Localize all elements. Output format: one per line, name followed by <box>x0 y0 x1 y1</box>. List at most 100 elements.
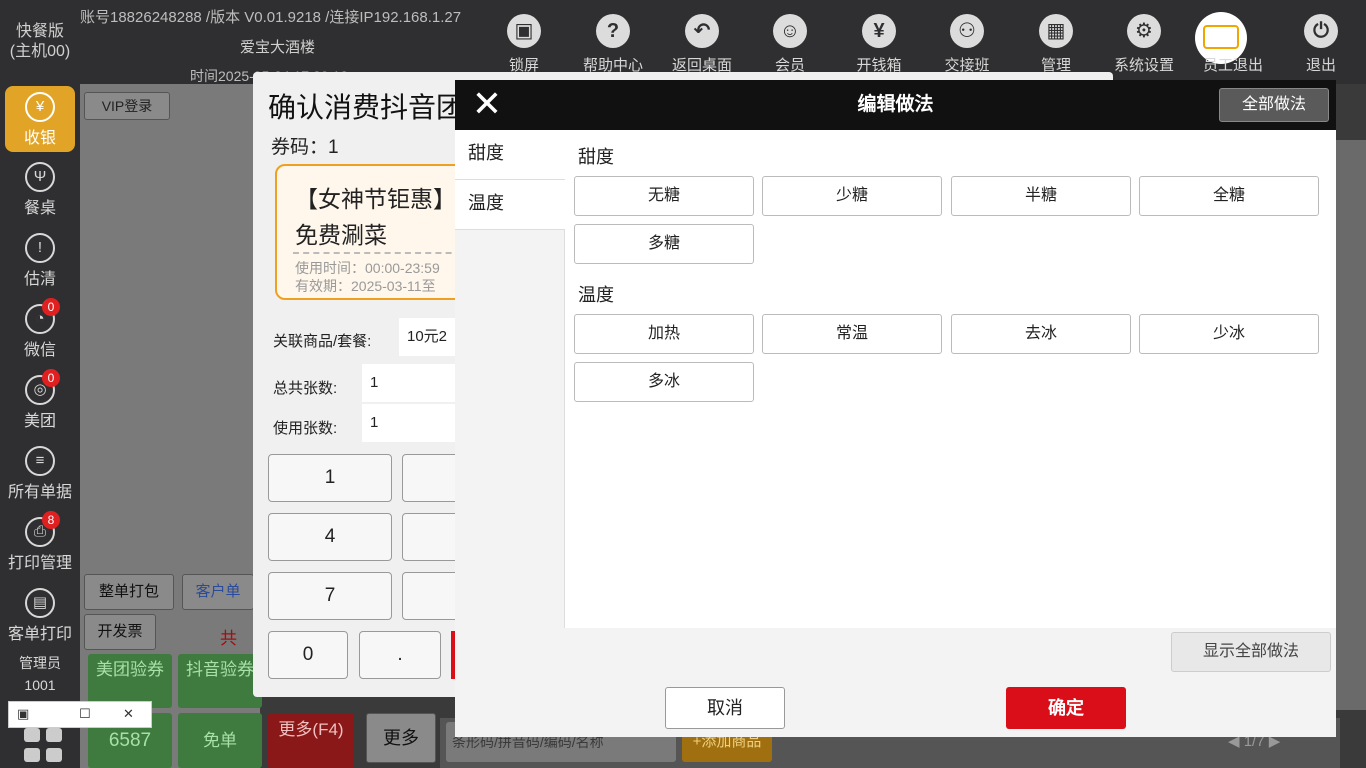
sidebar-item-label: 所有单据 <box>7 484 72 501</box>
sidebar-item-print-manage[interactable]: ⎙ 打印管理 8 <box>0 511 80 577</box>
settings-label: 系统设置 <box>1113 57 1174 74</box>
cancel-button[interactable]: 取消 <box>665 687 785 729</box>
cashbox-icon: ¥ <box>862 14 896 48</box>
sidebar-item-cashier[interactable]: ¥ 收银 <box>5 86 75 152</box>
sidebar-item-label: 打印管理 <box>7 555 72 572</box>
more-button[interactable]: 更多 <box>366 713 436 763</box>
sidebar-item-receipt-print[interactable]: ▤ 客单打印 <box>0 582 80 648</box>
maximize-icon[interactable]: ☐ <box>79 706 91 722</box>
dining-icon: Ψ <box>25 162 55 192</box>
key-1[interactable]: 1 <box>268 454 392 502</box>
category-sweetness[interactable]: 甜度 <box>455 130 565 180</box>
staff-exit-button[interactable]: 员工退出 <box>1188 14 1278 84</box>
modal-title: 编辑做法 <box>857 94 934 115</box>
brand-line-2: (主机00) <box>9 43 71 60</box>
related-label: 关联商品/套餐: <box>273 333 372 350</box>
lock-icon: ▣ <box>507 14 541 48</box>
coupon-title: 【女神节钜惠】 <box>295 186 456 212</box>
option-more-ice[interactable]: 多冰 <box>574 362 754 402</box>
right-cards <box>1336 140 1366 710</box>
option-less-ice[interactable]: 少冰 <box>1139 314 1319 354</box>
sidebar-item-label: 收银 <box>23 130 56 147</box>
sidebar-item-label: 估清 <box>23 271 56 288</box>
sidebar-item-label: 美团 <box>23 413 56 430</box>
customer-order-button[interactable]: 客户单 <box>182 574 254 610</box>
free-order-button[interactable]: 免单 <box>178 713 262 768</box>
total-count-field[interactable]: 1 <box>362 364 462 402</box>
gear-icon: ⚙ <box>1127 14 1161 48</box>
option-heated[interactable]: 加热 <box>574 314 754 354</box>
sidebar-item-label: 微信 <box>23 342 56 359</box>
window-controls: ▣ ☐ ✕ <box>8 701 152 728</box>
wechat-badge: 0 <box>42 298 60 316</box>
help-icon: ? <box>596 14 630 48</box>
group-title-temperature: 温度 <box>578 285 614 305</box>
print-badge: 8 <box>42 511 60 529</box>
yen-icon: ¥ <box>25 92 55 122</box>
coupon-name: 免费涮菜 <box>295 222 387 248</box>
sidebar-item-soldout[interactable]: ! 估清 <box>0 227 80 293</box>
pack-all-button[interactable]: 整单打包 <box>84 574 174 610</box>
sidebar: ¥ 收银 Ψ 餐桌 ! 估清 ◔ 微信 0 ◎ 美团 0 ≡ 所有单据 ⎙ 打印管理 8 ▤ 客单打印… <box>0 84 80 768</box>
manage-icon: ▦ <box>1039 14 1073 48</box>
related-value[interactable]: 10元2 <box>399 318 459 356</box>
coupon-valid: 有效期：2025-03-11至 <box>295 278 436 294</box>
receipt-icon: ≡ <box>25 446 55 476</box>
key-4[interactable]: 4 <box>268 513 392 561</box>
sidebar-item-label: 客单打印 <box>7 626 72 643</box>
option-half-sugar[interactable]: 半糖 <box>951 176 1131 216</box>
total-prefix: 共 <box>220 629 237 648</box>
use-count-field[interactable]: 1 <box>362 404 462 442</box>
douyin-coupon-button[interactable]: 抖音验券 <box>178 654 262 708</box>
coupon-use-time: 使用时间：00:00-23:59 <box>295 260 440 276</box>
staff-exit-label: 员工退出 <box>1202 57 1263 74</box>
confirm-button[interactable]: 确定 <box>1006 687 1126 729</box>
coupon-code: 券码：1 <box>271 137 339 158</box>
category-temperature[interactable]: 温度 <box>455 180 565 230</box>
modal-header: 编辑做法 ✕ 全部做法 <box>455 80 1336 130</box>
category-list: 甜度 温度 <box>455 130 565 628</box>
total-count-label: 总共张数: <box>273 380 338 397</box>
sidebar-item-wechat[interactable]: ◔ 微信 0 <box>0 298 80 364</box>
close-window-icon[interactable]: ✕ <box>123 706 134 722</box>
all-methods-button[interactable]: 全部做法 <box>1219 88 1329 122</box>
invoice-button[interactable]: 开发票 <box>84 614 156 650</box>
key-dot[interactable]: . <box>359 631 441 679</box>
key-0[interactable]: 0 <box>268 631 348 679</box>
show-all-methods-button[interactable]: 显示全部做法 <box>1171 632 1331 672</box>
brand: 快餐版 (主机00) <box>0 0 80 84</box>
exit-label: 退出 <box>1305 57 1336 74</box>
option-less-sugar[interactable]: 少糖 <box>762 176 942 216</box>
brand-line-1: 快餐版 <box>15 23 64 40</box>
option-no-sugar[interactable]: 无糖 <box>574 176 754 216</box>
member-icon: ☺ <box>773 14 807 48</box>
close-icon[interactable]: ✕ <box>469 86 505 122</box>
exit-button[interactable]: ⏻ 退出 <box>1276 14 1366 84</box>
key-7[interactable]: 7 <box>268 572 392 620</box>
method-options: 甜度 无糖 少糖 半糖 全糖 多糖 温度 加热 常温 去冰 少冰 多冰 <box>565 130 1336 628</box>
admin-id: 1001 <box>24 677 56 693</box>
return-icon: ↶ <box>685 14 719 48</box>
option-room-temp[interactable]: 常温 <box>762 314 942 354</box>
admin-info: 管理员 1001 <box>0 652 80 696</box>
print-receipt-icon: ▤ <box>25 588 55 618</box>
edit-method-modal: 编辑做法 ✕ 全部做法 甜度 温度 甜度 无糖 少糖 半糖 全糖 多糖 温度 加… <box>455 80 1336 737</box>
shop-name: 爱宝大酒楼 <box>240 39 316 56</box>
option-more-sugar[interactable]: 多糖 <box>574 224 754 264</box>
admin-label: 管理员 <box>19 655 61 671</box>
shift-icon: ⚇ <box>950 14 984 48</box>
sidebar-item-receipts[interactable]: ≡ 所有单据 <box>0 440 80 506</box>
use-count-label: 使用张数: <box>273 420 338 437</box>
option-full-sugar[interactable]: 全糖 <box>1139 176 1319 216</box>
meituan-coupon-button[interactable]: 美团验券 <box>88 654 172 708</box>
vip-login-button[interactable]: VIP登录 <box>84 92 170 120</box>
sidebar-item-meituan[interactable]: ◎ 美团 0 <box>0 369 80 435</box>
more-f4-button[interactable]: 更多(F4) <box>268 713 354 768</box>
grid-icon[interactable] <box>24 728 64 768</box>
sidebar-item-label: 餐桌 <box>23 200 56 217</box>
warning-icon: ! <box>25 233 55 263</box>
option-no-ice[interactable]: 去冰 <box>951 314 1131 354</box>
restore-icon[interactable]: ▣ <box>17 706 29 722</box>
power-icon: ⏻ <box>1304 14 1338 48</box>
sidebar-item-tables[interactable]: Ψ 餐桌 <box>0 156 80 222</box>
